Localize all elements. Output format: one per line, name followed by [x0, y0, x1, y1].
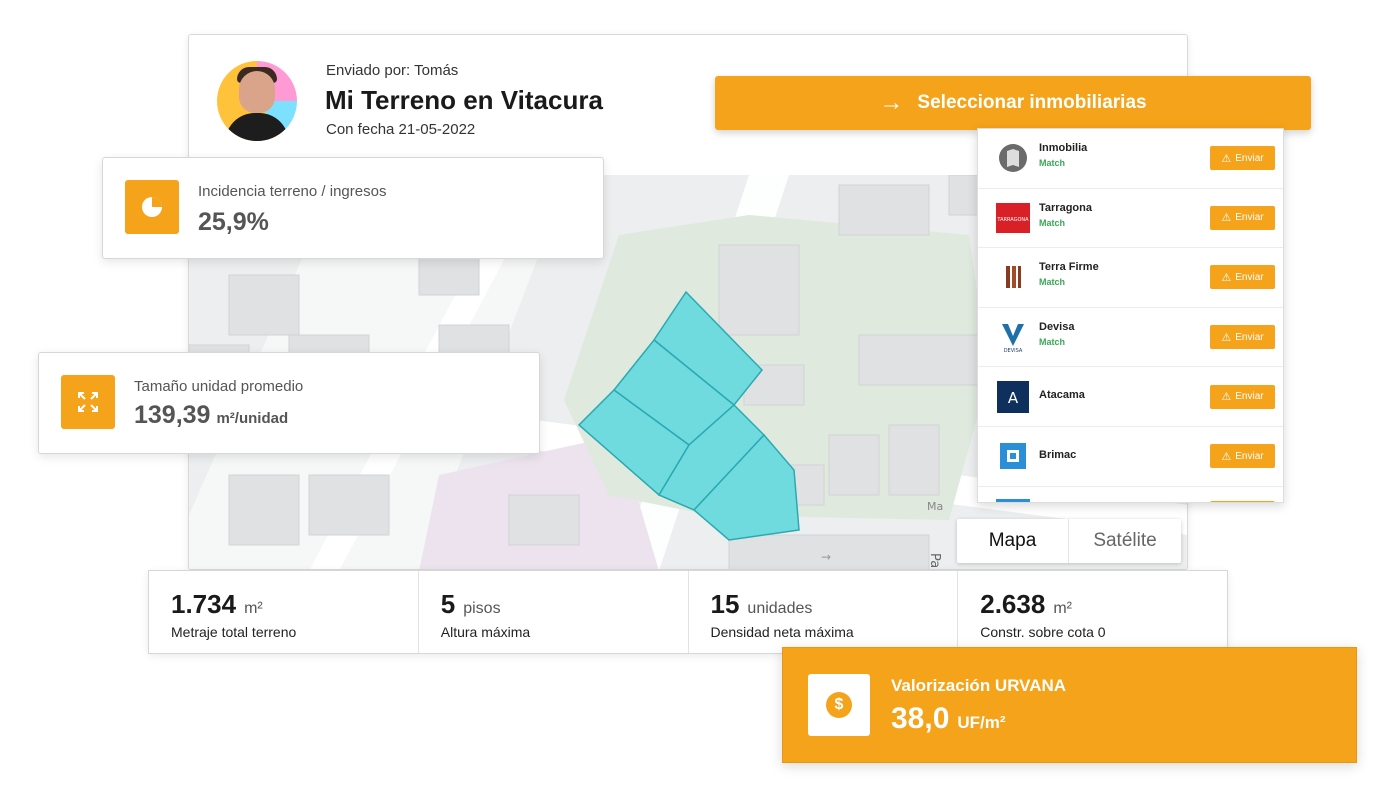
tamano-card: Tamaño unidad promedio 139,39 m²/unidad: [38, 352, 540, 454]
enviar-button[interactable]: ⚠ Enviar: [1210, 205, 1275, 230]
match-badge: Match: [1039, 336, 1066, 347]
metric-unit: pisos: [463, 600, 501, 617]
enviar-button[interactable]: ⚠ Enviar: [1210, 265, 1275, 290]
tamano-value: 139,39 m²/unidad: [134, 401, 288, 430]
enviar-label: Enviar: [1235, 331, 1264, 343]
metric-densidad: 15 unidades Densidad neta máxima: [689, 571, 959, 653]
enviar-button[interactable]: ⚠ Enviar: [1210, 384, 1275, 409]
warning-icon: ⚠: [1221, 212, 1232, 225]
inmobilia-logo: [996, 141, 1030, 175]
incidencia-value: 25,9%: [198, 208, 269, 236]
metric-label: Metraje total terreno: [171, 624, 297, 640]
enviar-label: Enviar: [1235, 450, 1264, 462]
list-item-partial: [978, 487, 1283, 502]
match-badge: Match: [1039, 277, 1066, 288]
svg-text:TARRAGONA: TARRAGONA: [996, 217, 1029, 223]
metric-metraje: 1.734 m² Metraje total terreno: [149, 571, 419, 653]
map-toggle-map[interactable]: Mapa: [957, 519, 1069, 563]
enviar-button[interactable]: ⚠ Enviar: [1210, 325, 1275, 350]
svg-text:A: A: [1008, 389, 1019, 407]
valorizacion-value: 38,0 UF/m²: [891, 702, 1006, 736]
list-item: Brimac ⚠ Enviar: [978, 427, 1283, 487]
metric-constr: 2.638 m² Constr. sobre cota 0: [958, 571, 1227, 653]
metric-label: Densidad neta máxima: [710, 624, 854, 640]
incidencia-label: Incidencia terreno / ingresos: [198, 183, 387, 200]
inmo-name: Tarragona: [1039, 201, 1092, 214]
enviar-label: Enviar: [1235, 212, 1264, 224]
valorizacion-unit: UF/m²: [957, 713, 1006, 732]
enviar-label: Enviar: [1235, 391, 1264, 403]
valorizacion-number: 38,0: [891, 702, 950, 735]
pie-chart-icon: [125, 180, 179, 234]
avatar: [217, 61, 297, 141]
metric-label: Altura máxima: [440, 624, 531, 640]
svg-text:DEVISA: DEVISA: [1004, 348, 1023, 354]
metrics-bar: 1.734 m² Metraje total terreno 5 pisos Alt…: [148, 570, 1228, 654]
page-title: Mi Terreno en Vitacura: [325, 85, 603, 115]
brimac-logo: [996, 439, 1030, 473]
enviar-button[interactable]: ⚠ Enviar: [1210, 444, 1275, 469]
arrow-right-icon: →: [879, 89, 904, 116]
incidencia-card: Incidencia terreno / ingresos 25,9%: [102, 157, 604, 259]
street-label-2: Ma: [927, 500, 943, 513]
metric-value: 5: [440, 589, 456, 619]
valorizacion-label: Valorización URVANA: [891, 676, 1067, 695]
select-inmobiliarias-label: Seleccionar inmobiliarias: [917, 92, 1147, 113]
inmo-name: Atacama: [1039, 389, 1085, 402]
enviar-label: Enviar: [1235, 152, 1264, 164]
warning-icon: ⚠: [1221, 331, 1232, 344]
warning-icon: ⚠: [1221, 152, 1232, 165]
expand-icon: [61, 375, 115, 429]
submission-date: Con fecha 21-05-2022: [326, 121, 476, 138]
svg-text:→: →: [821, 550, 831, 564]
map-toggle-satellite[interactable]: Satélite: [1069, 519, 1181, 563]
metric-label: Constr. sobre cota 0: [980, 624, 1106, 640]
devisa-logo: DEVISA: [996, 320, 1030, 354]
atacama-logo: A: [996, 380, 1030, 414]
select-inmobiliarias-button[interactable]: → Seleccionar inmobiliarias: [715, 76, 1311, 130]
list-item: TARRAGONA Tarragona Match ⚠ Enviar: [978, 189, 1283, 249]
tamano-unit: m²/unidad: [216, 410, 289, 427]
inmo-name: Brimac: [1039, 448, 1077, 461]
inmo-name: Inmobilia: [1039, 142, 1088, 154]
list-item: A Atacama ⚠ Enviar: [978, 367, 1283, 427]
valorizacion-card: $ Valorización URVANA 38,0 UF/m²: [782, 647, 1357, 763]
metric-altura: 5 pisos Altura máxima: [419, 571, 689, 653]
dollar-coin-icon: $: [808, 674, 870, 736]
street-label: Pa: [927, 553, 942, 568]
metric-unit: m²: [1053, 600, 1072, 617]
warning-icon: ⚠: [1221, 271, 1232, 284]
metric-value: 15: [710, 589, 740, 619]
metric-value: 2.638: [980, 589, 1046, 619]
warning-icon: ⚠: [1221, 450, 1232, 463]
list-item: DEVISA Devisa Match ⚠ Enviar: [978, 308, 1283, 368]
map-type-toggle[interactable]: Mapa Satélite: [957, 519, 1181, 563]
match-badge: Match: [1039, 158, 1066, 168]
tarragona-logo: TARRAGONA: [996, 201, 1030, 235]
metric-value: 1.734: [171, 589, 237, 619]
enviar-label: Enviar: [1235, 271, 1264, 283]
inmo-name: Devisa: [1039, 320, 1075, 333]
list-item: Terra Firme Match ⚠ Enviar: [978, 248, 1283, 308]
list-item: Inmobilia Match ⚠ Enviar: [978, 129, 1283, 189]
tamano-number: 139,39: [134, 401, 211, 429]
match-badge: Match: [1039, 217, 1066, 228]
sent-by: Enviado por: Tomás: [326, 62, 459, 79]
metric-unit: m²: [244, 600, 263, 617]
metric-unit: unidades: [747, 600, 813, 617]
inmobiliarias-list[interactable]: Inmobilia Match ⚠ Enviar TARRAGONA Tarrag…: [977, 128, 1284, 503]
inmo-name: Terra Firme: [1039, 261, 1099, 274]
tamano-label: Tamaño unidad promedio: [134, 378, 304, 395]
warning-icon: ⚠: [1221, 391, 1232, 404]
enviar-button[interactable]: ⚠ Enviar: [1210, 146, 1275, 171]
terra-firme-logo: [996, 260, 1030, 294]
